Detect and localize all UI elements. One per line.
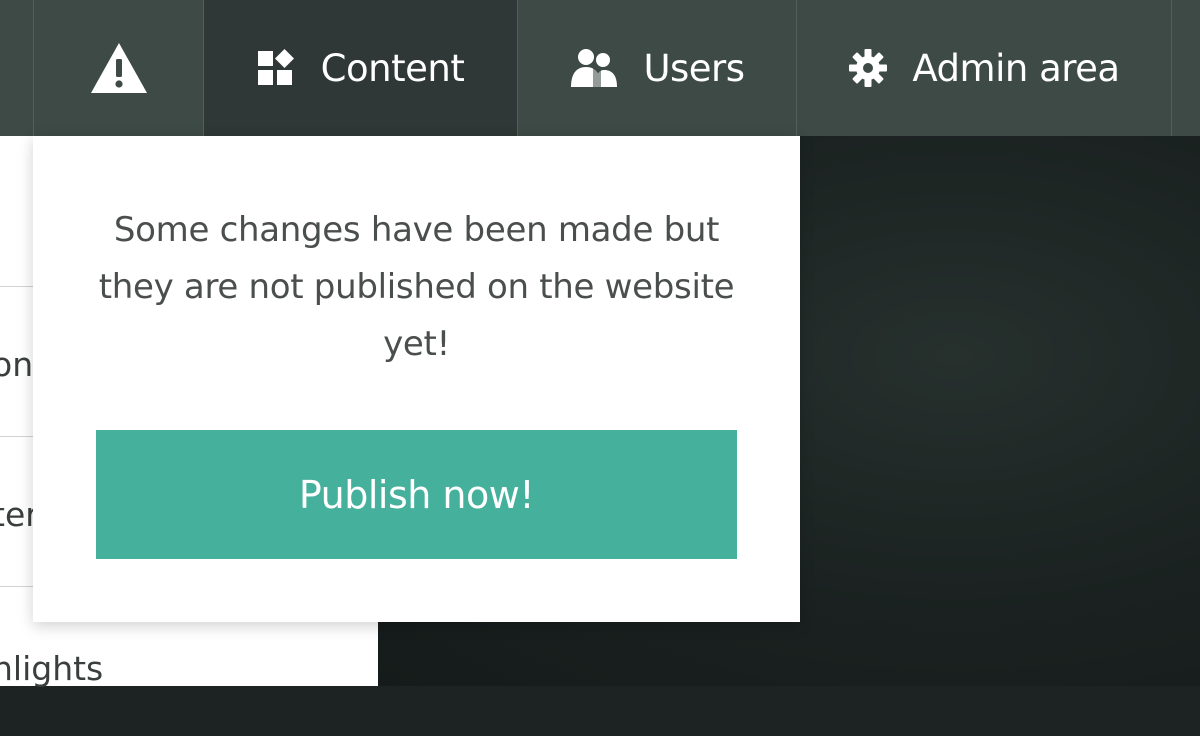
side-list-item-label: hlights bbox=[0, 649, 104, 688]
nav-tab-users[interactable]: Users bbox=[517, 0, 796, 136]
content-blocks-icon bbox=[257, 48, 297, 88]
users-icon bbox=[569, 47, 619, 89]
nav-tab-content[interactable]: Content bbox=[203, 0, 517, 136]
nav-warning-button[interactable] bbox=[33, 0, 203, 136]
top-navigation-bar: Content Users Admin area bbox=[0, 0, 1200, 136]
side-list-item-label: on bbox=[0, 345, 34, 384]
gear-icon bbox=[848, 48, 888, 88]
unpublished-changes-popover: Some changes have been made but they are… bbox=[33, 136, 800, 622]
warning-icon bbox=[89, 41, 149, 95]
nav-tab-admin-area[interactable]: Admin area bbox=[796, 0, 1171, 136]
nav-tab-admin-area-label: Admin area bbox=[912, 46, 1120, 90]
publish-now-button[interactable]: Publish now! bbox=[96, 430, 737, 559]
popover-message: Some changes have been made but they are… bbox=[98, 210, 735, 364]
nav-tab-content-label: Content bbox=[320, 46, 465, 90]
nav-overflow-stub bbox=[1171, 0, 1200, 136]
nav-tab-users-label: Users bbox=[643, 46, 745, 90]
nav-left-stub bbox=[0, 0, 33, 136]
